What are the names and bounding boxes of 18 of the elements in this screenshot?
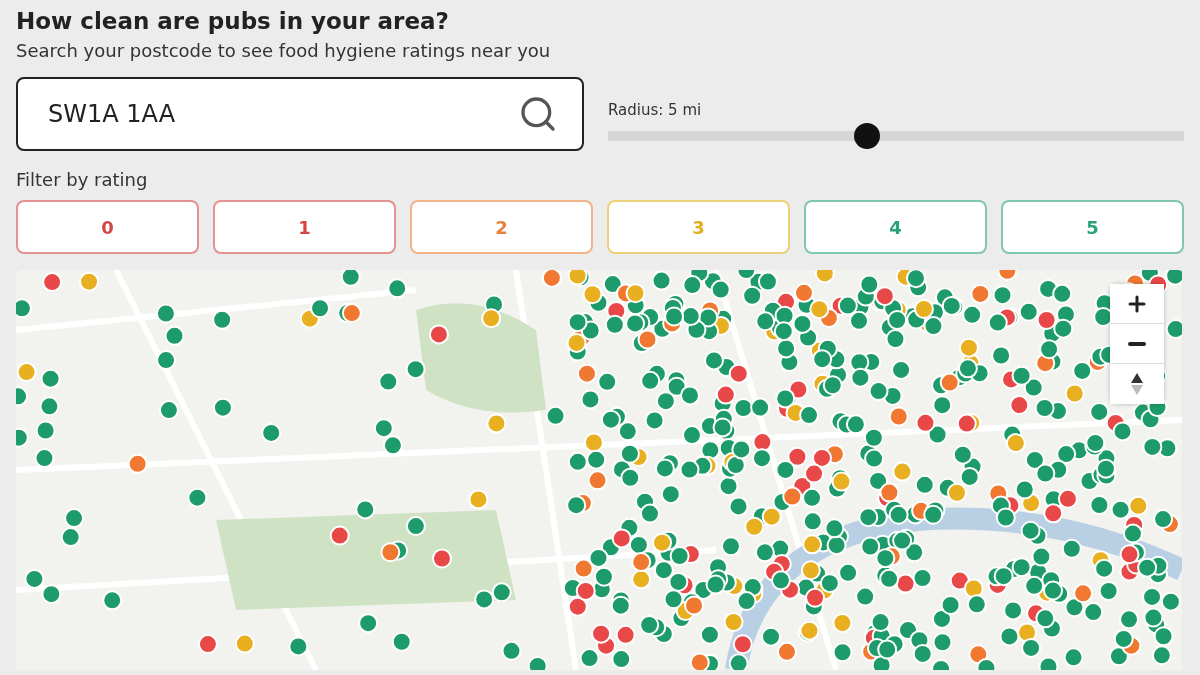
page-subtitle: Search your postcode to see food hygiene ratings near you xyxy=(16,40,552,61)
rating-filter-button[interactable]: 1 xyxy=(213,200,396,254)
compass-button[interactable] xyxy=(1110,364,1164,404)
page-title: How clean are pubs in your area? xyxy=(16,8,450,34)
zoom-out-button[interactable] xyxy=(1110,324,1164,364)
compass-icon xyxy=(1130,371,1144,397)
filter-label: Filter by rating xyxy=(16,169,149,190)
postcode-search-field[interactable]: SW1A 1AA xyxy=(16,77,584,151)
minus-icon xyxy=(1128,341,1146,346)
search-icon[interactable] xyxy=(518,94,558,134)
rating-filter-button[interactable]: 2 xyxy=(410,200,593,254)
rating-filter-button[interactable]: 5 xyxy=(1001,200,1184,254)
slider-thumb[interactable] xyxy=(854,123,881,149)
zoom-in-button[interactable] xyxy=(1110,284,1164,324)
rating-filter-button[interactable]: 0 xyxy=(16,200,199,254)
radius-label: Radius: 5 mi xyxy=(608,101,703,119)
rating-filter-button[interactable]: 4 xyxy=(804,200,987,254)
postcode-input[interactable]: SW1A 1AA xyxy=(46,99,518,129)
